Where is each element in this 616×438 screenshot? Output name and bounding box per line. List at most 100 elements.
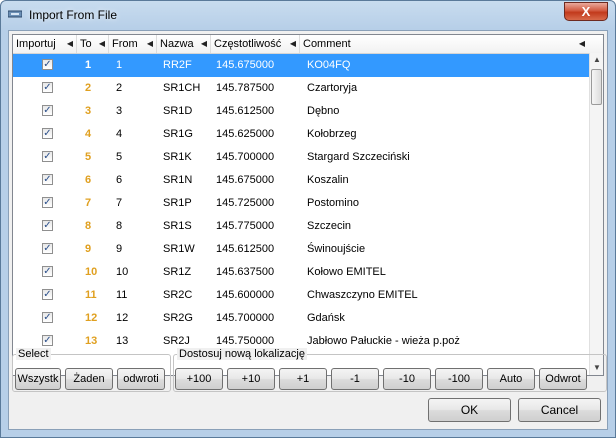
import-checkbox[interactable]: ✓ [42,312,53,323]
cell-nazwa: SR2C [163,289,193,301]
cell-nazwa: RR2F [163,59,192,71]
cell-to: 13 [85,335,98,347]
invert-selection-button[interactable]: odwroti [117,368,165,390]
cell-from: 6 [116,174,123,186]
sort-arrow-icon: ◀ [200,39,207,48]
cell-comment: Postomino [307,197,359,209]
table-row[interactable]: ✓ 4 4 SR1G 145.625000 Kołobrzeg [13,123,589,146]
cell-from: 7 [116,197,123,209]
import-checkbox[interactable]: ✓ [42,82,53,93]
adjust-minus-1-button[interactable]: -1 [331,368,379,390]
title-bar[interactable]: Import From File X [1,1,615,29]
cell-to: 2 [85,82,92,94]
select-all-button[interactable]: Wszystk [15,368,61,390]
cell-from: 1 [116,59,123,71]
cell-frequency: 145.612500 [216,243,275,255]
adjust-plus-10-button[interactable]: +10 [227,368,275,390]
close-button[interactable]: X [564,2,608,21]
cell-nazwa: SR1Z [163,266,192,278]
cell-nazwa: SR1S [163,220,192,232]
table-row[interactable]: ✓ 5 5 SR1K 145.700000 Stargard Szczeciński [13,146,589,169]
cell-frequency: 145.637500 [216,266,275,278]
import-checkbox[interactable]: ✓ [42,105,53,116]
column-header-from[interactable]: From ◀ [109,35,157,53]
table-row[interactable]: ✓ 10 10 SR1Z 145.637500 Kołowo EMITEL [13,261,589,284]
column-header-to[interactable]: To ◀ [77,35,109,53]
cell-nazwa: SR1D [163,105,193,117]
cell-nazwa: SR1N [163,174,193,186]
column-header-comment[interactable]: Comment ◀ [300,35,588,53]
column-header-label: Częstotliwość [214,38,282,50]
cell-from: 8 [116,220,123,232]
column-header-frequency[interactable]: Częstotliwość ◀ [211,35,300,53]
cell-frequency: 145.700000 [216,312,275,324]
table-row[interactable]: ✓ 7 7 SR1P 145.725000 Postomino [13,192,589,215]
adjust-reverse-button[interactable]: Odwrot [539,368,587,390]
column-header-importuj[interactable]: Importuj ◀ [13,35,77,53]
adjust-plus-1-button[interactable]: +1 [279,368,327,390]
adjust-plus-100-button[interactable]: +100 [175,368,223,390]
adjust-minus-100-button[interactable]: -100 [435,368,483,390]
import-checkbox[interactable]: ✓ [42,151,53,162]
cell-nazwa: SR2G [163,312,193,324]
column-header-label: To [80,38,92,50]
cell-from: 5 [116,151,123,163]
import-checkbox[interactable]: ✓ [42,59,53,70]
cell-frequency: 145.775000 [216,220,275,232]
cell-frequency: 145.725000 [216,197,275,209]
import-checkbox[interactable]: ✓ [42,197,53,208]
sort-arrow-icon: ◀ [146,39,153,48]
import-checkbox[interactable]: ✓ [42,289,53,300]
import-checkbox[interactable]: ✓ [42,220,53,231]
channel-table: Importuj ◀ To ◀ From ◀ Nazwa ◀ Częstotli… [12,34,604,376]
cell-from: 4 [116,128,123,140]
import-dialog-window: Import From File X Importuj ◀ To ◀ From … [0,0,616,438]
cell-nazwa: SR1P [163,197,192,209]
cell-to: 5 [85,151,92,163]
scroll-up-icon[interactable]: ▲ [590,53,603,67]
cell-from: 13 [116,335,129,347]
adjust-minus-10-button[interactable]: -10 [383,368,431,390]
select-none-button[interactable]: Żaden [65,368,113,390]
cell-to: 3 [85,105,92,117]
vertical-scrollbar[interactable]: ▲ ▼ [589,53,603,375]
sort-arrow-icon: ◀ [289,39,296,48]
cell-frequency: 145.600000 [216,289,275,301]
table-row[interactable]: ✓ 3 3 SR1D 145.612500 Dębno [13,100,589,123]
import-checkbox[interactable]: ✓ [42,174,53,185]
scrollbar-thumb[interactable] [591,69,602,105]
cell-to: 12 [85,312,98,324]
cell-frequency: 145.675000 [216,59,275,71]
cell-comment: Jabłowo Pałuckie - wieża p.poż [307,335,460,347]
import-checkbox[interactable]: ✓ [42,128,53,139]
cell-nazwa: SR1G [163,128,193,140]
import-checkbox[interactable]: ✓ [42,243,53,254]
cell-nazwa: SR1CH [163,82,201,94]
import-checkbox[interactable]: ✓ [42,335,53,346]
column-header-nazwa[interactable]: Nazwa ◀ [157,35,211,53]
cell-nazwa: SR1W [163,243,195,255]
table-row[interactable]: ✓ 6 6 SR1N 145.675000 Koszalin [13,169,589,192]
table-row[interactable]: ✓ 9 9 SR1W 145.612500 Świnoujście [13,238,589,261]
cell-comment: Kołobrzeg [307,128,357,140]
cell-to: 8 [85,220,92,232]
cancel-button[interactable]: Cancel [518,398,601,422]
table-row[interactable]: ✓ 1 1 RR2F 145.675000 KO04FQ [13,54,589,77]
table-row[interactable]: ✓ 2 2 SR1CH 145.787500 Czartoryja [13,77,589,100]
sort-arrow-icon: ◀ [66,39,73,48]
cell-comment: Chwaszczyno EMITEL [307,289,418,301]
table-header: Importuj ◀ To ◀ From ◀ Nazwa ◀ Częstotli… [13,35,603,54]
cell-to: 1 [85,59,92,71]
table-row[interactable]: ✓ 8 8 SR1S 145.775000 Szczecin [13,215,589,238]
sort-arrow-icon: ◀ [98,39,105,48]
cell-comment: Dębno [307,105,340,117]
ok-button[interactable]: OK [428,398,511,422]
cell-comment: KO04FQ [307,59,351,71]
table-row[interactable]: ✓ 11 11 SR2C 145.600000 Chwaszczyno EMITEL [13,284,589,307]
import-checkbox[interactable]: ✓ [42,266,53,277]
cell-to: 11 [85,289,97,301]
sort-arrow-icon: ◀ [578,39,585,48]
cell-from: 10 [116,266,129,278]
table-row[interactable]: ✓ 12 12 SR2G 145.700000 Gdańsk [13,307,589,330]
adjust-auto-button[interactable]: Auto [487,368,535,390]
